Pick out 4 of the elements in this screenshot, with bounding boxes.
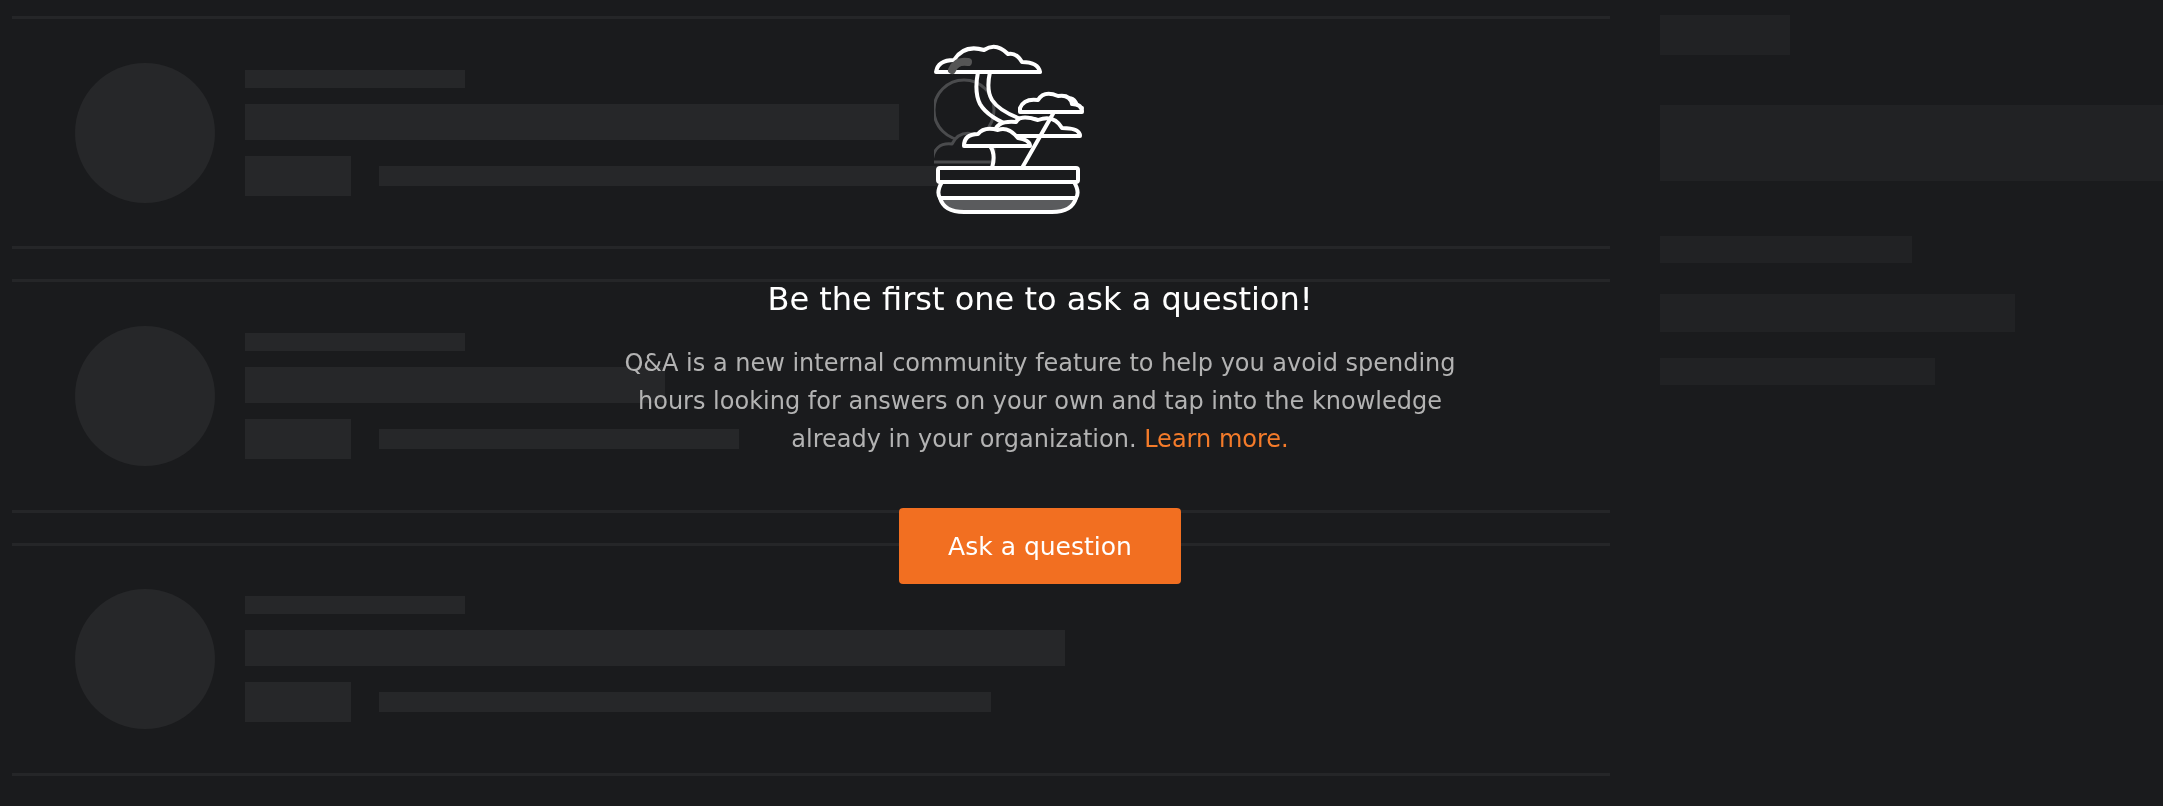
empty-state-title: Be the first one to ask a question! <box>767 280 1313 318</box>
empty-state-description: Q&A is a new internal community feature to help you avoid spending hours looking for answers on your own and tap into the knowledge already in your organization. Learn more. <box>623 348 1457 455</box>
bonsai-icon <box>934 42 1084 216</box>
learn-more-link[interactable]: Learn more. <box>1144 425 1289 453</box>
